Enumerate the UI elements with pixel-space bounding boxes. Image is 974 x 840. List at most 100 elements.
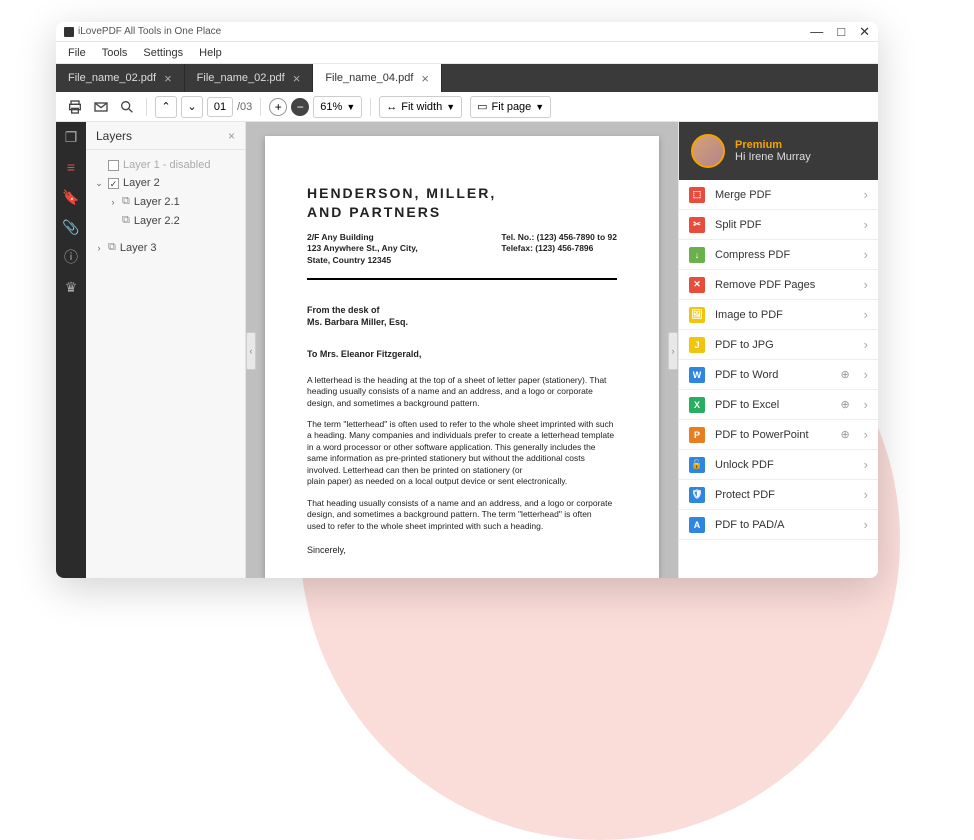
zoom-out-button[interactable]: − [291, 98, 309, 116]
layers-tree: Layer 1 - disabled ⌄ Layer 2 › ⧉ Layer 2… [86, 150, 245, 263]
doc-to: To Mrs. Eleanor Fitzgerald, [307, 348, 617, 360]
menu-tools[interactable]: Tools [102, 47, 128, 59]
close-panel-button[interactable]: × [228, 129, 235, 143]
doc-address: 2/F Any Building 123 Anywhere St., Any C… [307, 232, 418, 266]
tool-item[interactable]: 🛡Protect PDF› [679, 480, 878, 510]
tool-item[interactable]: ✂Split PDF› [679, 210, 878, 240]
tool-item[interactable]: WPDF to Word⊕› [679, 360, 878, 390]
chevron-right-icon: › [864, 277, 868, 292]
chevron-down-icon: ▼ [446, 102, 455, 112]
caret-right-icon[interactable]: › [94, 243, 104, 253]
print-button[interactable] [64, 96, 86, 118]
next-page-button[interactable]: ⌄ [181, 96, 203, 118]
collapse-right-handle[interactable]: › [668, 332, 678, 370]
tab-file-3[interactable]: File_name_04.pdf × [313, 64, 442, 92]
doc-paragraph: A letterhead is the heading at the top o… [307, 375, 617, 409]
tool-item[interactable]: JPDF to JPG› [679, 330, 878, 360]
attachment-icon[interactable]: 📎 [62, 218, 80, 236]
tool-item[interactable]: 🖼Image to PDF› [679, 300, 878, 330]
zoom-value: 61% [320, 101, 342, 113]
layer-checkbox[interactable] [108, 178, 119, 189]
avatar [691, 134, 725, 168]
fit-width-dropdown[interactable]: ↔ Fit width ▼ [379, 96, 462, 118]
layer-row[interactable]: › ⧉ Layer 2.1 [90, 192, 241, 211]
caret-down-icon[interactable]: ⌄ [94, 178, 104, 189]
account-header[interactable]: Premium Hi Irene Murray [679, 122, 878, 180]
chevron-right-icon: › [864, 517, 868, 532]
tab-file-2[interactable]: File_name_02.pdf × [185, 64, 314, 92]
minimize-button[interactable]: — [810, 24, 823, 40]
menu-settings[interactable]: Settings [143, 47, 183, 59]
layer-row[interactable]: › ⧉ Layer 3 [90, 238, 241, 257]
chevron-right-icon: › [864, 367, 868, 382]
tool-item[interactable]: ↓Compress PDF› [679, 240, 878, 270]
layers-icon[interactable]: ≡ [62, 158, 80, 176]
divider [307, 278, 617, 280]
fit-page-dropdown[interactable]: ▭ Fit page ▼ [470, 96, 551, 118]
fit-width-icon: ↔ [386, 101, 397, 113]
iconbar: ❐ ≡ 🔖 📎 ⓘ ♛ [56, 122, 86, 578]
tool-item[interactable]: ✕Remove PDF Pages› [679, 270, 878, 300]
award-icon[interactable]: ♛ [62, 278, 80, 296]
zoom-in-button[interactable]: + [269, 98, 287, 116]
close-icon[interactable]: × [164, 71, 172, 86]
tool-item[interactable]: 🔓Unlock PDF› [679, 450, 878, 480]
tool-item[interactable]: PPDF to PowerPoint⊕› [679, 420, 878, 450]
tool-item[interactable]: XPDF to Excel⊕› [679, 390, 878, 420]
layers-title: Layers [96, 129, 132, 143]
chevron-right-icon: › [864, 217, 868, 232]
layer-row[interactable]: ⌄ Layer 2 [90, 174, 241, 192]
bookmark-icon[interactable]: 🔖 [62, 188, 80, 206]
tool-label: Compress PDF [715, 249, 790, 261]
tool-label: Protect PDF [715, 489, 775, 501]
chevron-right-icon: › [864, 487, 868, 502]
menu-help[interactable]: Help [199, 47, 222, 59]
page-number-input[interactable] [207, 97, 233, 117]
layer-label: Layer 1 - disabled [123, 159, 210, 171]
separator [146, 98, 147, 116]
window-title: iLovePDF All Tools in One Place [78, 26, 221, 37]
close-icon[interactable]: × [421, 71, 429, 86]
layer-checkbox[interactable] [108, 160, 119, 171]
layer-label: Layer 3 [120, 242, 157, 254]
tool-item[interactable]: APDF to PAD/A› [679, 510, 878, 540]
tool-item[interactable]: ⬚Merge PDF› [679, 180, 878, 210]
pages-icon[interactable]: ❐ [62, 128, 80, 146]
toolbar: ⌃ ⌄ /03 + − 61% ▼ ↔ Fit width ▼ ▭ Fit pa… [56, 92, 878, 122]
page-total: /03 [237, 101, 252, 113]
tool-label: Split PDF [715, 219, 761, 231]
tool-label: Merge PDF [715, 189, 771, 201]
caret-right-icon[interactable]: › [108, 197, 118, 207]
sublayer-icon: ⧉ [122, 195, 130, 208]
prev-page-button[interactable]: ⌃ [155, 96, 177, 118]
chevron-right-icon: › [864, 457, 868, 472]
maximize-button[interactable]: □ [837, 24, 845, 40]
doc-paragraph: plain paper) as needed on a local output… [307, 476, 617, 487]
doc-title-2: AND PARTNERS [307, 203, 617, 222]
search-button[interactable] [116, 96, 138, 118]
tab-file-1[interactable]: File_name_02.pdf × [56, 64, 185, 92]
chevron-right-icon: › [864, 187, 868, 202]
tool-icon: P [689, 427, 705, 443]
globe-icon: ⊕ [840, 398, 849, 411]
close-window-button[interactable]: ✕ [859, 24, 870, 40]
tool-label: PDF to Word [715, 369, 778, 381]
collapse-left-handle[interactable]: ‹ [246, 332, 256, 370]
close-icon[interactable]: × [293, 71, 301, 86]
document-viewer[interactable]: ‹ › HENDERSON, MILLER, AND PARTNERS 2/F … [246, 122, 678, 578]
mail-button[interactable] [90, 96, 112, 118]
layer-label: Layer 2 [123, 177, 160, 189]
layers-panel: Layers × Layer 1 - disabled ⌄ Layer 2 › … [86, 122, 246, 578]
sublayer-icon: ⧉ [122, 214, 130, 227]
layer-row[interactable]: Layer 1 - disabled [90, 156, 241, 174]
app-icon [64, 27, 74, 37]
tool-icon: J [689, 337, 705, 353]
tool-icon: ✕ [689, 277, 705, 293]
layer-row[interactable]: ⧉ Layer 2.2 [90, 211, 241, 230]
menubar: File Tools Settings Help [56, 42, 878, 64]
layer-label: Layer 2.2 [134, 215, 180, 227]
zoom-dropdown[interactable]: 61% ▼ [313, 96, 362, 118]
menu-file[interactable]: File [68, 47, 86, 59]
info-icon[interactable]: ⓘ [62, 248, 80, 266]
chevron-right-icon: › [864, 247, 868, 262]
